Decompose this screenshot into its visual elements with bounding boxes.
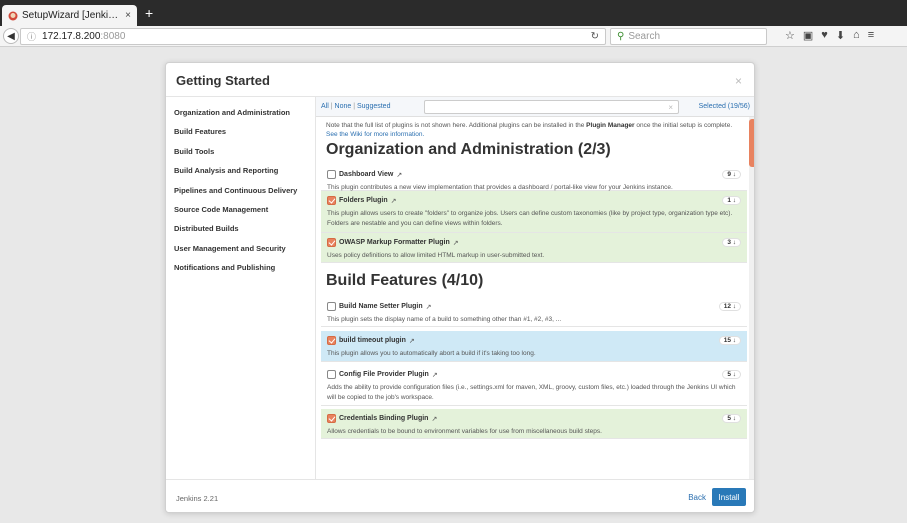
plugin-checkbox[interactable] bbox=[327, 170, 336, 179]
url-host: 172.17.8.200 bbox=[42, 31, 101, 42]
sidebar-item-build-analysis[interactable]: Build Analysis and Reporting bbox=[166, 161, 315, 180]
scrollbar-track[interactable] bbox=[749, 117, 754, 479]
plugin-description: Allows credentials to be bound to enviro… bbox=[327, 428, 602, 435]
plugin-description: This plugin allows users to create "fold… bbox=[327, 210, 733, 227]
plugin-row-build-name-setter[interactable]: Build Name Setter Plugin ↗ 12 ↓ This plu… bbox=[321, 297, 747, 327]
download-icon[interactable]: ⬇ bbox=[836, 29, 845, 42]
plugin-scroll-area[interactable]: Note that the full list of plugins is no… bbox=[316, 117, 754, 479]
pocket-icon[interactable]: ♥ bbox=[821, 29, 828, 42]
external-link-icon[interactable]: ↗ bbox=[426, 303, 432, 311]
plugin-description: Uses policy definitions to allow limited… bbox=[327, 252, 545, 259]
tab-close-icon[interactable]: × bbox=[125, 10, 131, 21]
plugin-name: Folders Plugin bbox=[339, 197, 388, 204]
plugin-checkbox[interactable] bbox=[327, 196, 336, 205]
plugin-checkbox[interactable] bbox=[327, 336, 336, 345]
url-port: :8080 bbox=[100, 31, 126, 42]
plugin-name: build timeout plugin bbox=[339, 337, 406, 344]
dialog-footer: Jenkins 2.21 Back Install bbox=[166, 479, 754, 512]
sidebar-item-build-features[interactable]: Build Features bbox=[166, 122, 315, 141]
search-input[interactable]: ⚲ Search bbox=[610, 28, 767, 45]
sidebar-item-pipelines[interactable]: Pipelines and Continuous Delivery bbox=[166, 181, 315, 200]
plugin-description: Adds the ability to provide configuratio… bbox=[327, 384, 736, 401]
plugin-row-folders[interactable]: Folders Plugin ↗ 1 ↓ This plugin allows … bbox=[321, 191, 747, 233]
sidebar-item-build-tools[interactable]: Build Tools bbox=[166, 142, 315, 161]
filter-suggested-link[interactable]: Suggested bbox=[357, 103, 390, 110]
sidebar-item-distributed-builds[interactable]: Distributed Builds bbox=[166, 219, 315, 238]
plugin-row-owasp[interactable]: OWASP Markup Formatter Plugin ↗ 3 ↓ Uses… bbox=[321, 233, 747, 263]
install-button[interactable]: Install bbox=[712, 488, 746, 506]
filter-none-link[interactable]: None bbox=[335, 103, 352, 110]
external-link-icon[interactable]: ↗ bbox=[431, 415, 437, 423]
dialog-header: Getting Started × bbox=[166, 63, 754, 97]
sidebar-item-scm[interactable]: Source Code Management bbox=[166, 200, 315, 219]
dependency-count-badge[interactable]: 9 ↓ bbox=[722, 170, 741, 179]
back-button[interactable]: Back bbox=[688, 493, 706, 502]
reload-icon[interactable]: ↻ bbox=[591, 31, 599, 42]
wiki-link[interactable]: See the Wiki for more information. bbox=[326, 131, 424, 138]
external-link-icon[interactable]: ↗ bbox=[432, 371, 438, 379]
plugin-name: OWASP Markup Formatter Plugin bbox=[339, 239, 450, 246]
plugin-name: Config File Provider Plugin bbox=[339, 371, 429, 378]
external-link-icon[interactable]: ↗ bbox=[409, 337, 415, 345]
site-info-icon[interactable]: ⓘ bbox=[27, 30, 36, 43]
sidebar-item-notifications[interactable]: Notifications and Publishing bbox=[166, 258, 315, 277]
plugin-description: This plugin allows you to automatically … bbox=[327, 350, 536, 357]
plugin-row-config-file-provider[interactable]: Config File Provider Plugin ↗ 5 ↓ Adds t… bbox=[321, 365, 747, 406]
category-title-build-features: Build Features (4/10) bbox=[326, 272, 484, 289]
dependency-count-badge[interactable]: 1 ↓ bbox=[722, 196, 741, 205]
sidebar-item-user-management[interactable]: User Management and Security bbox=[166, 239, 315, 258]
external-link-icon[interactable]: ↗ bbox=[453, 239, 459, 247]
category-title-organization: Organization and Administration (2/3) bbox=[326, 141, 611, 158]
plugin-row-dashboard-view[interactable]: Dashboard View ↗ 9 ↓ This plugin contrib… bbox=[321, 165, 747, 191]
plugin-note: Note that the full list of plugins is no… bbox=[326, 122, 733, 138]
plugin-name: Credentials Binding Plugin bbox=[339, 415, 429, 422]
plugin-description: This plugin sets the display name of a b… bbox=[327, 316, 562, 323]
plugin-checkbox[interactable] bbox=[327, 414, 336, 423]
filter-all-link[interactable]: All bbox=[321, 103, 329, 110]
browser-tab-bar: SetupWizard [Jenki… × + bbox=[0, 0, 907, 26]
jenkins-version: Jenkins 2.21 bbox=[176, 494, 219, 503]
dependency-count-badge[interactable]: 15 ↓ bbox=[718, 336, 741, 345]
plugin-row-build-timeout[interactable]: build timeout plugin ↗ 15 ↓ This plugin … bbox=[321, 331, 747, 362]
reading-list-icon[interactable]: ▣ bbox=[803, 29, 813, 42]
search-placeholder: Search bbox=[628, 31, 661, 42]
plugin-checkbox[interactable] bbox=[327, 370, 336, 379]
clear-icon[interactable]: × bbox=[668, 103, 673, 112]
bookmark-star-icon[interactable]: ☆ bbox=[785, 29, 795, 42]
new-tab-button[interactable]: + bbox=[145, 6, 153, 20]
browser-nav-bar: ◀ ⓘ 172.17.8.200 :8080 ↻ ⚲ Search ☆ ▣ ♥ … bbox=[0, 26, 907, 47]
plugin-name: Dashboard View bbox=[339, 171, 394, 178]
search-engine-icon: ⚲ bbox=[617, 31, 625, 42]
dependency-count-badge[interactable]: 12 ↓ bbox=[718, 302, 741, 311]
plugin-list-panel: All | None | Suggested × Selected (19/56… bbox=[316, 97, 754, 479]
plugin-search-input[interactable]: × bbox=[424, 100, 679, 114]
dependency-count-badge[interactable]: 3 ↓ bbox=[722, 238, 741, 247]
toolbar-icons: ☆ ▣ ♥ ⬇ ⌂ ≡ bbox=[785, 29, 874, 42]
menu-icon[interactable]: ≡ bbox=[868, 29, 874, 42]
dependency-count-badge[interactable]: 5 ↓ bbox=[722, 370, 741, 379]
plugin-checkbox[interactable] bbox=[327, 238, 336, 247]
plugin-checkbox[interactable] bbox=[327, 302, 336, 311]
plugin-filters: All | None | Suggested bbox=[321, 103, 391, 110]
dialog-title: Getting Started bbox=[176, 73, 270, 88]
browser-tab[interactable]: SetupWizard [Jenki… × bbox=[2, 5, 137, 26]
external-link-icon[interactable]: ↗ bbox=[391, 197, 397, 205]
url-bar[interactable]: ⓘ 172.17.8.200 :8080 ↻ bbox=[20, 28, 606, 45]
external-link-icon[interactable]: ↗ bbox=[396, 171, 402, 179]
selected-count-link[interactable]: Selected (19/56) bbox=[699, 103, 750, 110]
plugin-name: Build Name Setter Plugin bbox=[339, 303, 423, 310]
close-icon[interactable]: × bbox=[735, 74, 742, 88]
sidebar-item-organization[interactable]: Organization and Administration bbox=[166, 103, 315, 122]
scrollbar-thumb[interactable] bbox=[749, 119, 754, 167]
tab-title: SetupWizard [Jenki… bbox=[22, 10, 119, 21]
dependency-count-badge[interactable]: 5 ↓ bbox=[722, 414, 741, 423]
back-arrow-icon[interactable]: ◀ bbox=[3, 28, 19, 44]
plugin-toolbar: All | None | Suggested × Selected (19/56… bbox=[316, 97, 754, 117]
setup-wizard-dialog: Getting Started × Organization and Admin… bbox=[165, 62, 755, 513]
jenkins-favicon-icon bbox=[8, 11, 18, 21]
category-sidebar: Organization and Administration Build Fe… bbox=[166, 97, 316, 479]
plugin-row-credentials-binding[interactable]: Credentials Binding Plugin ↗ 5 ↓ Allows … bbox=[321, 409, 747, 439]
home-icon[interactable]: ⌂ bbox=[853, 29, 860, 42]
